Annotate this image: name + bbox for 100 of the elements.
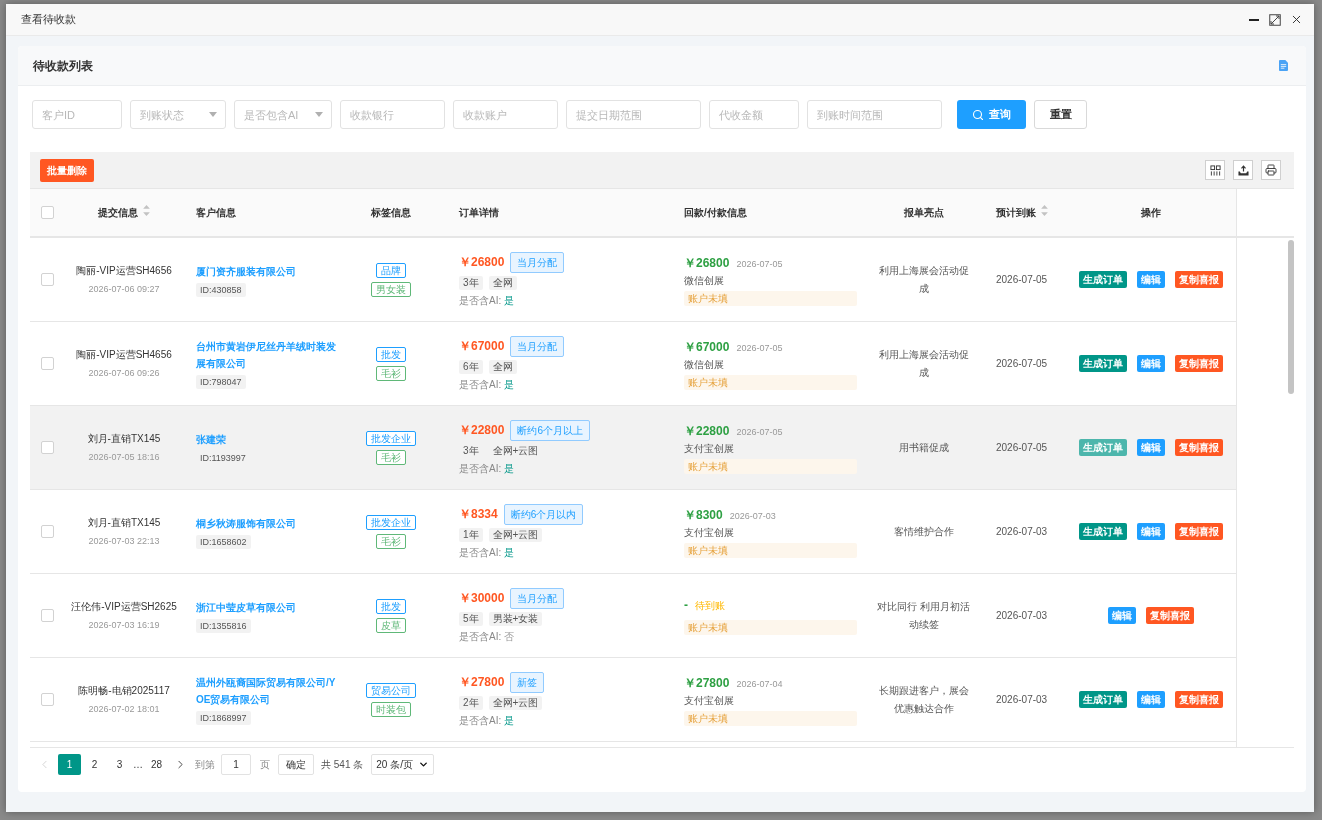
account-status-note: 账户未填 <box>684 710 857 726</box>
customer-link[interactable]: 张建荣 <box>196 430 226 448</box>
input-field[interactable]: 提交日期范围 <box>566 100 701 129</box>
checkbox[interactable] <box>40 206 54 219</box>
payment-date: 2026-07-04 <box>736 677 783 691</box>
edit-button[interactable]: 编辑 <box>1137 271 1165 288</box>
edit-button[interactable]: 编辑 <box>1137 691 1165 708</box>
tag: 贸易公司 <box>366 682 416 698</box>
sort-icon[interactable] <box>1041 204 1048 216</box>
input-field[interactable]: 客户ID <box>32 100 122 129</box>
customer-link[interactable]: 台州市黄岩伊尼丝丹羊绒时装发展有限公司 <box>196 338 340 372</box>
page-button[interactable]: 1 <box>58 753 81 775</box>
payment-channel: 支付宝创展 <box>684 525 735 540</box>
search-icon <box>972 108 984 121</box>
select-field[interactable]: 是否包含AI <box>234 100 332 129</box>
order-type-badge: 当月分配 <box>510 335 565 357</box>
payment-date: 2026-07-05 <box>736 425 783 439</box>
reset-button[interactable]: 重置 <box>1034 100 1087 129</box>
ai-label: 是否含AI: <box>459 293 502 308</box>
input-field[interactable]: 代收金额 <box>709 100 799 129</box>
payment-amount: ￥8300 <box>684 506 723 524</box>
customer-link[interactable]: 浙江中莹皮草有限公司 <box>196 598 296 616</box>
confirm-button[interactable]: 确定 <box>278 753 314 775</box>
document-icon[interactable] <box>1279 60 1288 71</box>
select-field[interactable]: 到账状态 <box>130 100 226 129</box>
ai-value: 否 <box>504 629 515 644</box>
order-type-badge: 新签 <box>510 671 545 693</box>
close-icon[interactable] <box>1290 13 1303 26</box>
customer-link[interactable]: 温州外瓯裔国际贸易有限公司/YOE贸易有限公司 <box>196 674 340 708</box>
generate-order-button[interactable]: 生成订单 <box>1079 691 1127 708</box>
export-icon[interactable] <box>1233 160 1253 180</box>
checkbox[interactable] <box>40 357 54 370</box>
expected-date: 2026-07-03 <box>996 525 1048 539</box>
columns-icon[interactable] <box>1205 160 1225 180</box>
expected-date: 2026-07-05 <box>996 357 1048 371</box>
checkbox[interactable] <box>40 441 54 454</box>
payment-channel: 微信创展 <box>684 357 725 372</box>
submitter-name: 陈明畅-电销2025117 <box>78 683 170 698</box>
page-button[interactable]: 28 <box>145 753 168 775</box>
order-type-badge: 断约6个月以内 <box>503 503 584 525</box>
checkbox[interactable] <box>40 693 54 706</box>
checkbox[interactable] <box>40 609 54 622</box>
order-amount: ￥22800 <box>459 422 505 439</box>
edit-button[interactable]: 编辑 <box>1108 607 1136 624</box>
page-input[interactable]: 1 <box>221 753 251 775</box>
payment-amount: ￥22800 <box>684 422 730 440</box>
expected-date: 2026-07-03 <box>996 609 1048 623</box>
generate-order-button[interactable]: 生成订单 <box>1079 355 1127 372</box>
customer-link[interactable]: 厦门资齐服装有限公司 <box>196 262 296 280</box>
copy-report-button[interactable]: 复制喜报 <box>1175 439 1223 456</box>
customer-id: ID:1658602 <box>196 534 251 549</box>
print-icon[interactable] <box>1261 160 1281 180</box>
highlight-text: 利用上海展会活动促成 <box>877 263 970 296</box>
ai-label: 是否含AI: <box>459 461 502 476</box>
input-field[interactable]: 收款账户 <box>453 100 558 129</box>
ai-value: 是 <box>504 293 515 308</box>
edit-button[interactable]: 编辑 <box>1137 355 1165 372</box>
order-chip: 6年 <box>459 359 483 374</box>
copy-report-button[interactable]: 复制喜报 <box>1175 691 1223 708</box>
copy-report-button[interactable]: 复制喜报 <box>1175 271 1223 288</box>
column-header: 订单详情 <box>459 206 499 220</box>
sort-icon[interactable] <box>143 204 150 216</box>
input-field[interactable]: 收款银行 <box>340 100 445 129</box>
total-count: 共 541 条 <box>321 757 364 772</box>
edit-button[interactable]: 编辑 <box>1137 439 1165 456</box>
batch-delete-button[interactable]: 批量删除 <box>40 158 94 182</box>
expected-date: 2026-07-05 <box>996 441 1048 455</box>
checkbox[interactable] <box>40 525 54 538</box>
payment-amount: ￥27800 <box>684 674 730 692</box>
input-field[interactable]: 到账时间范围 <box>807 100 942 129</box>
generate-order-button[interactable]: 生成订单 <box>1079 523 1127 540</box>
generate-order-button[interactable]: 生成订单 <box>1079 271 1127 288</box>
search-button[interactable]: 查询 <box>957 100 1026 129</box>
maximize-icon[interactable] <box>1269 13 1281 26</box>
checkbox[interactable] <box>40 273 54 286</box>
generate-order-button[interactable]: 生成订单 <box>1079 439 1127 456</box>
submit-time: 2026-07-06 09:27 <box>88 282 160 296</box>
submit-time: 2026-07-06 09:26 <box>88 366 160 380</box>
order-amount: ￥30000 <box>459 590 505 607</box>
payment-status: 待到账 <box>695 599 725 613</box>
highlight-text: 客情维护合作 <box>893 524 954 539</box>
order-amount: ￥27800 <box>459 674 505 691</box>
ai-value: 是 <box>504 545 515 560</box>
scrollbar-thumb[interactable] <box>1288 240 1294 394</box>
tag: 毛衫 <box>376 449 406 465</box>
customer-link[interactable]: 桐乡秋涛服饰有限公司 <box>196 514 296 532</box>
edit-button[interactable]: 编辑 <box>1137 523 1165 540</box>
copy-report-button[interactable]: 复制喜报 <box>1175 523 1223 540</box>
caret-icon <box>315 112 323 117</box>
ai-value: 是 <box>504 377 515 392</box>
page-button[interactable]: 2 <box>83 753 106 775</box>
submitter-name: 刘月-直销TX145 <box>87 431 161 446</box>
order-chip: 全网 <box>488 275 517 290</box>
copy-report-button[interactable]: 复制喜报 <box>1175 355 1223 372</box>
highlight-text: 对比同行 利用月初活动续签 <box>877 599 970 632</box>
order-chip: 全网+云图 <box>488 527 543 542</box>
account-status-note: 账户未填 <box>684 458 857 474</box>
copy-report-button[interactable]: 复制喜报 <box>1146 607 1194 624</box>
page-size-select[interactable]: 20 条/页 <box>371 753 435 775</box>
page-button[interactable]: 3 <box>108 753 131 775</box>
